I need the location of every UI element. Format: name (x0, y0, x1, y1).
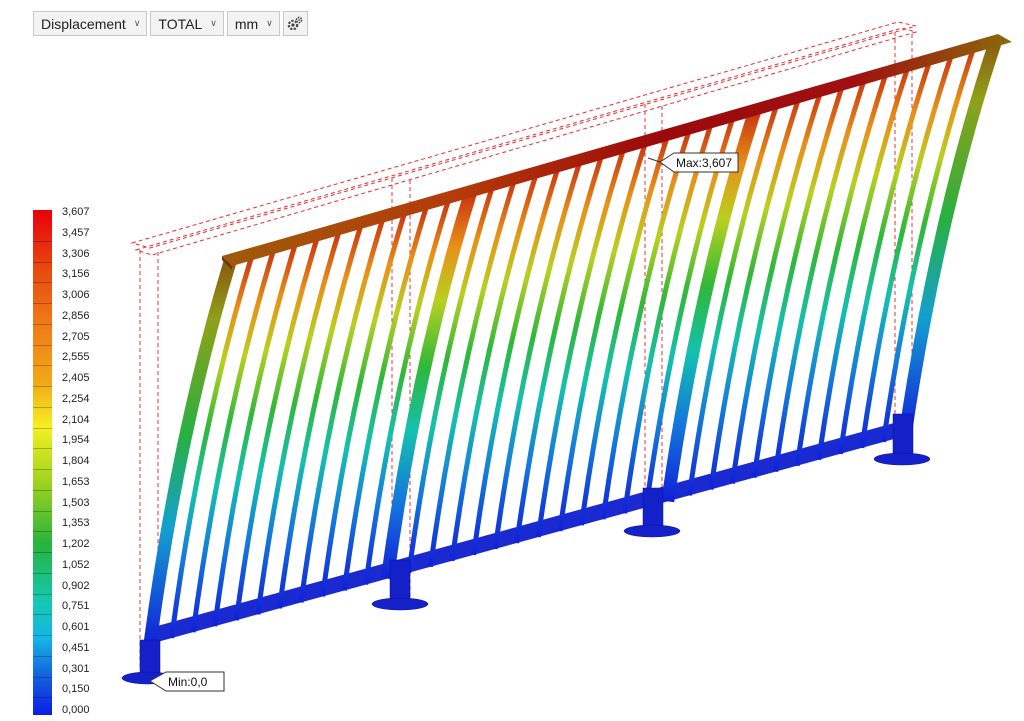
legend-tick (33, 531, 52, 533)
unit-value: mm (234, 15, 259, 32)
legend-value: 0,150 (62, 683, 90, 696)
legend-tick (33, 282, 52, 284)
legend-value: 0,000 (62, 704, 90, 716)
legend-tick (33, 697, 52, 699)
max-label: Max:3,607 (676, 156, 732, 170)
legend-value: 1,804 (62, 455, 90, 467)
legend-value: 2,856 (62, 309, 90, 322)
legend-value: 1,503 (62, 496, 90, 509)
legend-value: 0,451 (62, 641, 90, 654)
min-label: Min:0,0 (168, 675, 208, 689)
legend-value: 1,653 (62, 475, 90, 488)
result-toolbar: Displacement ∨ TOTAL ∨ mm ∨ (33, 11, 308, 38)
legend-value: 3,306 (62, 247, 90, 260)
chevron-down-icon: ∨ (133, 18, 141, 28)
color-legend: 3,607 3,457 3,306 3,156 3,006 2,856 2,705 2,555… (33, 206, 123, 716)
legend-value: 2,254 (62, 392, 90, 405)
legend-tick (33, 489, 52, 491)
legend-tick (33, 593, 52, 595)
legend-tick (33, 303, 52, 304)
model-viewport[interactable]: Max:3,607 Min:0,0 (0, 0, 1024, 721)
legend-value: 2,705 (62, 330, 90, 343)
legend-value: 3,156 (62, 268, 90, 281)
legend-tick (33, 510, 52, 512)
legend-tick (33, 448, 52, 450)
component-dropdown[interactable]: TOTAL ∨ (150, 11, 224, 36)
legend-tick (33, 635, 52, 636)
balusters (143, 37, 1003, 645)
legend-tick (33, 676, 52, 678)
legend-value: 0,601 (62, 621, 90, 633)
legend-value: 0,902 (62, 579, 90, 592)
legend-value: 2,104 (62, 413, 90, 426)
legend-tick (33, 323, 52, 325)
legend-tick (33, 240, 52, 242)
legend-tick (33, 552, 52, 553)
legend-value: 0,751 (62, 600, 90, 613)
result-type-dropdown[interactable]: Displacement ∨ (33, 11, 148, 36)
legend-value: 0,301 (62, 662, 90, 675)
gear-icon (287, 16, 303, 30)
legend-value: 3,607 (62, 206, 90, 218)
legend-value: 1,954 (62, 434, 90, 447)
legend-tick (33, 614, 52, 616)
legend-value: 1,353 (62, 517, 90, 530)
legend-tick (33, 344, 52, 346)
legend-tick (33, 261, 52, 263)
result-type-value: Displacement (41, 15, 126, 32)
chevron-down-icon: ∨ (210, 18, 217, 28)
legend-value: 1,202 (62, 538, 90, 550)
legend-tick (33, 406, 52, 408)
legend-tick (33, 386, 52, 387)
legend-value: 2,555 (62, 351, 90, 364)
component-value: TOTAL (158, 15, 203, 32)
min-callout: Min:0,0 (149, 671, 225, 692)
legend-tick (33, 365, 52, 367)
unit-dropdown[interactable]: mm ∨ (226, 11, 280, 36)
chevron-down-icon: ∨ (266, 18, 273, 28)
legend-value: 2,405 (62, 372, 90, 384)
legend-tick (33, 572, 52, 574)
legend-tick (33, 427, 52, 429)
settings-button[interactable] (282, 11, 308, 36)
legend-color-bar (33, 210, 52, 715)
legend-tick (33, 469, 52, 470)
legend-value: 3,457 (62, 226, 90, 239)
legend-value: 3,006 (62, 289, 90, 301)
legend-tick (33, 655, 52, 657)
legend-value: 1,052 (62, 558, 90, 571)
